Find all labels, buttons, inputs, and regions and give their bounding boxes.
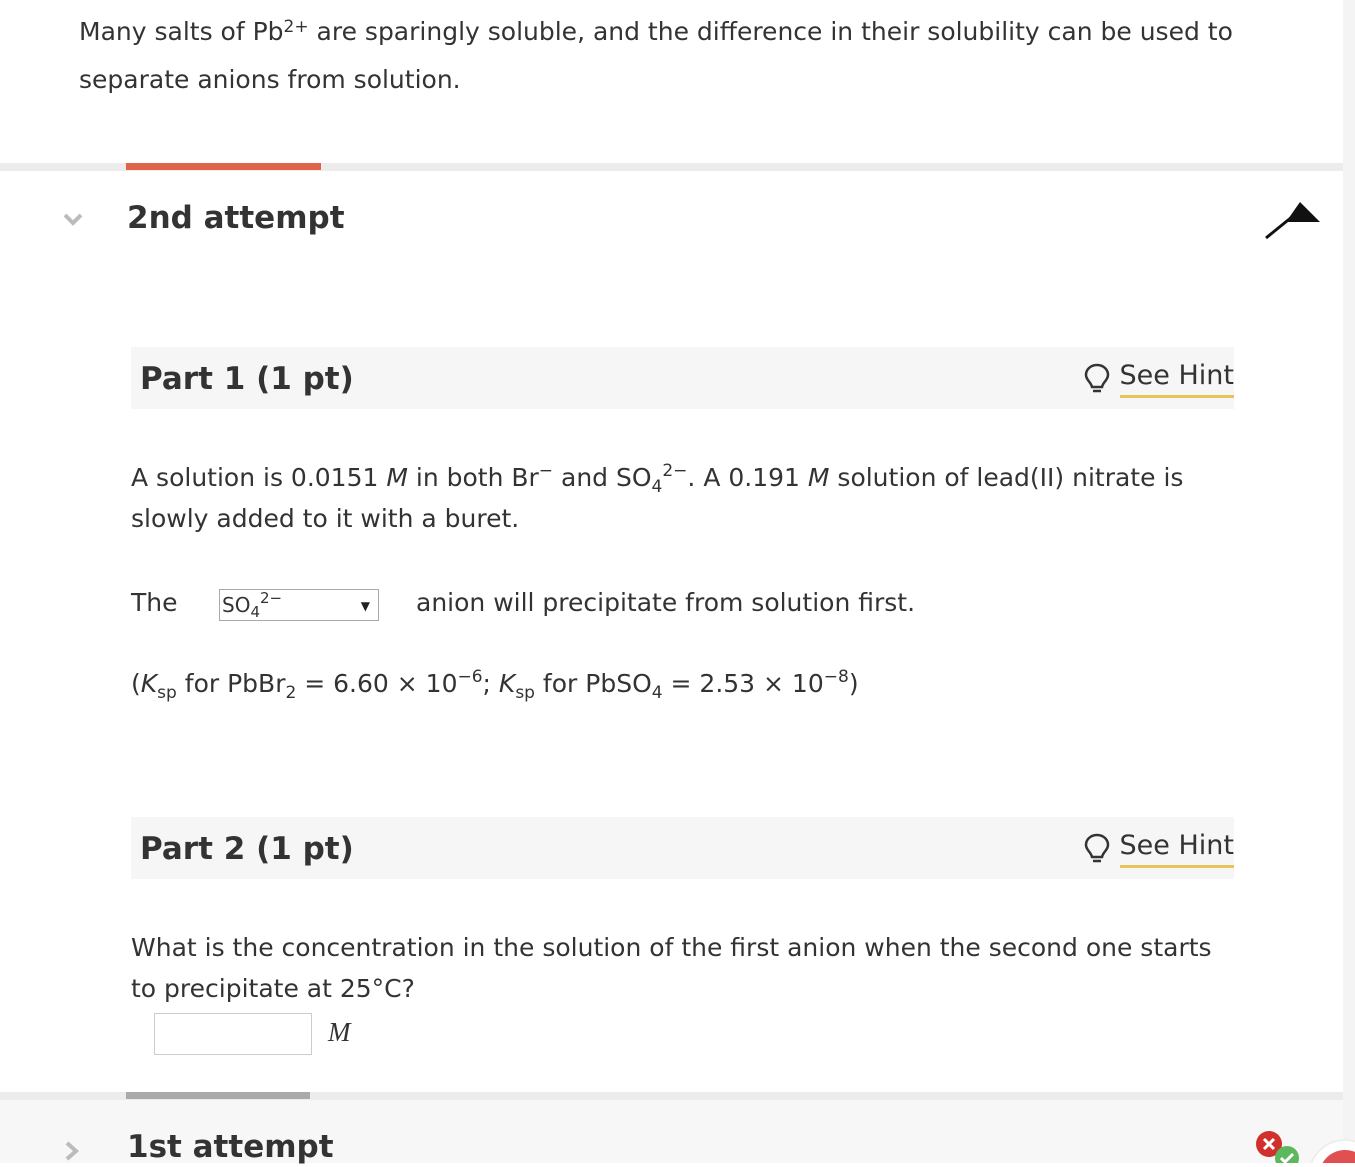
part2-see-hint-button[interactable]: See Hint: [1084, 827, 1234, 869]
dropdown-arrow-icon: ▼: [360, 599, 370, 613]
status-icon: [1256, 1131, 1355, 1163]
attempt-progress-bar: [126, 1092, 310, 1099]
anion-select-dropdown[interactable]: SO42− ▼: [219, 589, 379, 621]
sentence-end: anion will precipitate from solution fir…: [416, 588, 916, 617]
attempt-title[interactable]: 2nd attempt: [127, 198, 345, 238]
chevron-right-icon[interactable]: [64, 1140, 80, 1162]
right-scroll-gutter: [1343, 0, 1355, 1163]
part2-header: Part 2 (1 pt) See Hint: [131, 817, 1234, 879]
part1-title: Part 1 (1 pt): [140, 361, 354, 397]
part1-see-hint-button[interactable]: See Hint: [1084, 357, 1234, 399]
hint-label[interactable]: See Hint: [1119, 829, 1234, 868]
arrow-up-icon[interactable]: [1262, 200, 1322, 244]
dropdown-selected-value: SO42−: [222, 589, 283, 621]
chevron-down-icon[interactable]: [62, 212, 84, 228]
ksp-values: (Ksp for PbBr2 = 6.60 × 10−6; Ksp for Pb…: [131, 667, 859, 703]
part1-question: A solution is 0.0151 M in both Br− and S…: [131, 461, 1184, 534]
lightbulb-icon: [1084, 363, 1109, 393]
part2-question: What is the concentration in the solutio…: [131, 933, 1212, 1003]
sentence-start: The: [131, 588, 178, 617]
unit-label: M: [328, 1017, 351, 1047]
attempt-progress-bar: [126, 163, 321, 170]
intro-text: Many salts of Pb2+ are sparingly soluble…: [79, 17, 1233, 94]
lightbulb-icon: [1084, 833, 1109, 863]
part1-header: Part 1 (1 pt) See Hint: [131, 347, 1234, 409]
part2-title: Part 2 (1 pt): [140, 831, 354, 867]
hint-label[interactable]: See Hint: [1119, 359, 1234, 398]
attempt-title[interactable]: 1st attempt: [127, 1127, 334, 1167]
concentration-answer-input[interactable]: [154, 1013, 312, 1055]
